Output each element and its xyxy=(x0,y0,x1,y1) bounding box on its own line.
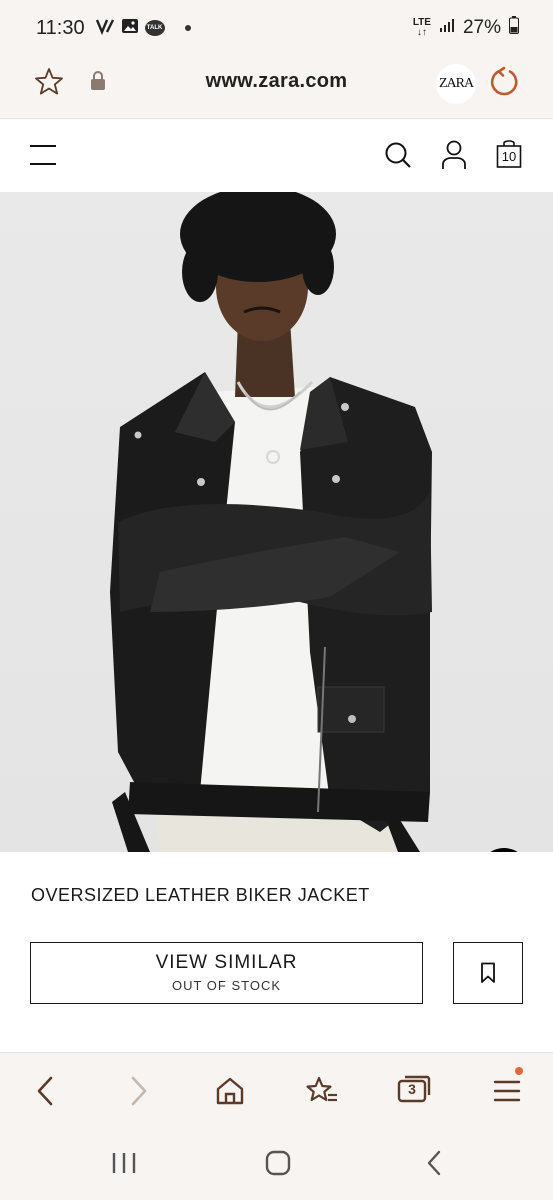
battery-icon xyxy=(509,16,519,40)
bookmark-icon xyxy=(481,962,495,983)
more-notifications-dot xyxy=(184,25,191,31)
reload-icon[interactable] xyxy=(488,66,520,103)
battery-percent: 27% xyxy=(462,17,501,38)
stock-status: OUT OF STOCK xyxy=(171,978,282,993)
home-button-icon[interactable] xyxy=(258,1148,298,1178)
tab-count: 3 xyxy=(408,1081,416,1097)
recent-apps-icon[interactable] xyxy=(104,1148,144,1178)
lte-icon: LTE ↓↑ xyxy=(412,17,431,38)
home-icon[interactable] xyxy=(212,1073,248,1109)
search-icon[interactable] xyxy=(384,141,412,174)
account-icon[interactable] xyxy=(441,140,467,175)
site-favicon[interactable]: ZARA xyxy=(436,64,476,104)
vpn-icon xyxy=(95,17,115,40)
back-icon[interactable] xyxy=(27,1073,63,1109)
status-time: 11:30 xyxy=(36,16,85,39)
system-back-icon[interactable] xyxy=(414,1148,454,1178)
shopping-bag-icon[interactable]: 10 xyxy=(496,140,522,168)
gallery-icon xyxy=(121,17,139,40)
talk-icon: TALK xyxy=(144,20,165,36)
product-name: OVERSIZED LEATHER BIKER JACKET xyxy=(31,885,370,905)
bag-count: 10 xyxy=(501,149,517,164)
site-header: 10 xyxy=(0,118,553,192)
forward-icon[interactable] xyxy=(121,1073,157,1109)
hamburger-menu-icon[interactable] xyxy=(29,143,57,172)
browser-menu-icon[interactable] xyxy=(489,1067,525,1109)
status-right: LTE ↓↑ 27% xyxy=(413,0,519,56)
product-image[interactable] xyxy=(0,192,553,852)
view-similar-button[interactable]: VIEW SIMILAR OUT OF STOCK xyxy=(30,942,423,1004)
browser-toolbar: 3 xyxy=(0,1052,553,1128)
notification-dot xyxy=(515,1067,523,1075)
signal-icon xyxy=(439,17,455,39)
notification-icons: TALK xyxy=(95,17,191,40)
save-item-button[interactable] xyxy=(453,942,523,1004)
system-navigation-bar xyxy=(0,1128,553,1200)
browser-url-bar: www.zara.com ZARA xyxy=(0,56,553,118)
bookmarks-icon[interactable] xyxy=(303,1073,339,1109)
tabs-icon[interactable]: 3 xyxy=(397,1073,433,1109)
status-bar: 11:30 TALK LTE ↓↑ 27% xyxy=(0,0,553,56)
model-photo-illustration xyxy=(110,192,432,852)
view-similar-label: VIEW SIMILAR xyxy=(155,952,298,973)
